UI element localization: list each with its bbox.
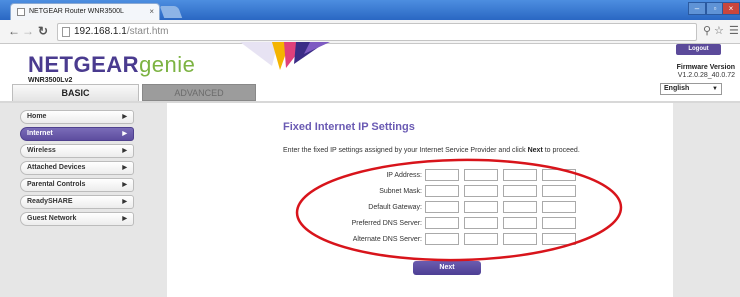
subnet-mask-label: Subnet Mask: (379, 188, 422, 195)
new-tab-button[interactable] (159, 6, 183, 18)
sidebar-item-label: Attached Devices (27, 164, 86, 171)
next-button[interactable]: Next (413, 261, 481, 275)
right-gutter (673, 103, 740, 297)
alternate-dns-octet-1[interactable] (425, 233, 459, 245)
language-select[interactable]: English ▼ (660, 83, 722, 95)
sidebar-item-label: Internet (27, 130, 53, 137)
chevron-right-icon: ▶ (122, 165, 127, 171)
sidebar-item-label: Home (27, 113, 47, 120)
dropdown-arrow-icon: ▼ (712, 86, 718, 92)
url-path: /start.htm (126, 26, 169, 37)
router-model: WNR3500Lv2 (28, 77, 73, 84)
browser-window: NETGEAR Router WNR3500L × – ▫ × ← → ↻ 19… (0, 0, 740, 297)
default-gateway-label: Default Gateway: (368, 204, 422, 211)
sidebar-item-internet[interactable]: Internet ▶ (20, 127, 134, 141)
subnet-mask-row: Subnet Mask: (277, 185, 577, 199)
sidebar-item-parental-controls[interactable]: Parental Controls ▶ (20, 178, 134, 192)
sidebar-item-label: Wireless (27, 147, 56, 154)
tab-close-icon[interactable]: × (149, 4, 154, 20)
url-host: 192.168.1.1 (74, 26, 127, 37)
ip-address-row: IP Address: (277, 169, 577, 183)
tab-strip: NETGEAR Router WNR3500L × – ▫ × (0, 0, 740, 20)
page-title: Fixed Internet IP Settings (283, 121, 415, 133)
netgear-genie-logo: NETGEARgenie (28, 52, 195, 78)
forward-arrow-icon[interactable]: → (22, 24, 34, 38)
chevron-right-icon: ▶ (122, 148, 127, 154)
browser-toolbar: ← → ↻ 192.168.1.1/start.htm ⚲ ☆ ☰ (0, 20, 740, 44)
subnet-mask-octet-4[interactable] (542, 185, 576, 197)
subnet-mask-octet-1[interactable] (425, 185, 459, 197)
sidebar: Home ▶ Internet ▶ Wireless ▶ Attached Devic… (0, 103, 167, 297)
instructions-text: Enter the fixed IP settings assigned by … (283, 147, 580, 154)
alternate-dns-row: Alternate DNS Server: (277, 233, 577, 247)
logout-button[interactable]: Logout (676, 44, 721, 55)
subnet-mask-octet-3[interactable] (503, 185, 537, 197)
browser-tab-title: NETGEAR Router WNR3500L (29, 8, 124, 15)
language-value: English (664, 85, 690, 92)
browser-tab[interactable]: NETGEAR Router WNR3500L × (10, 3, 160, 20)
sidebar-item-readyshare[interactable]: ReadySHARE ▶ (20, 195, 134, 209)
instructions-next: Next (527, 147, 543, 154)
ip-address-octet-4[interactable] (542, 169, 576, 181)
chevron-right-icon: ▶ (122, 199, 127, 205)
alternate-dns-octet-3[interactable] (503, 233, 537, 245)
default-gateway-row: Default Gateway: (277, 201, 577, 215)
instructions-before: Enter the fixed IP settings assigned by … (283, 147, 528, 154)
page-icon (62, 27, 70, 37)
ip-address-label: IP Address: (386, 172, 422, 179)
chevron-right-icon: ▶ (122, 114, 127, 120)
sidebar-item-home[interactable]: Home ▶ (20, 110, 134, 124)
sidebar-item-guest-network[interactable]: Guest Network ▶ (20, 212, 134, 226)
instructions-after: to proceed. (542, 147, 580, 154)
bookmark-star-icon[interactable]: ☆ (714, 24, 724, 37)
sidebar-item-wireless[interactable]: Wireless ▶ (20, 144, 134, 158)
page-favicon-icon (17, 8, 25, 16)
main-content: Fixed Internet IP Settings Enter the fix… (167, 103, 673, 297)
firmware-version: V1.2.0.28_40.0.72 (677, 72, 735, 79)
default-gateway-octet-4[interactable] (542, 201, 576, 213)
chevron-right-icon: ▶ (122, 131, 127, 137)
chevron-right-icon: ▶ (122, 216, 127, 222)
brand-name: NETGEAR (28, 52, 140, 77)
close-window-button[interactable]: × (722, 2, 740, 15)
brand-suffix: genie (139, 52, 196, 77)
alternate-dns-octet-2[interactable] (464, 233, 498, 245)
default-gateway-octet-2[interactable] (464, 201, 498, 213)
default-gateway-octet-1[interactable] (425, 201, 459, 213)
ip-address-octet-1[interactable] (425, 169, 459, 181)
default-gateway-octet-3[interactable] (503, 201, 537, 213)
sidebar-item-attached-devices[interactable]: Attached Devices ▶ (20, 161, 134, 175)
minimize-button[interactable]: – (688, 2, 706, 15)
back-arrow-icon[interactable]: ← (8, 24, 20, 38)
reload-icon[interactable]: ↻ (38, 24, 48, 38)
firmware-label: Firmware Version (676, 64, 735, 71)
header-banner-graphic (240, 42, 330, 70)
sidebar-item-label: Parental Controls (27, 181, 86, 188)
ip-address-octet-2[interactable] (464, 169, 498, 181)
sidebar-item-label: Guest Network (27, 215, 77, 222)
preferred-dns-octet-1[interactable] (425, 217, 459, 229)
tab-basic[interactable]: BASIC (12, 84, 139, 101)
preferred-dns-octet-4[interactable] (542, 217, 576, 229)
ip-address-octet-3[interactable] (503, 169, 537, 181)
alternate-dns-octet-4[interactable] (542, 233, 576, 245)
chevron-right-icon: ▶ (122, 182, 127, 188)
browser-menu-icon[interactable]: ☰ (729, 24, 739, 37)
key-icon[interactable]: ⚲ (703, 24, 711, 37)
tab-advanced[interactable]: ADVANCED (142, 84, 256, 101)
preferred-dns-label: Preferred DNS Server: (351, 220, 422, 227)
preferred-dns-octet-2[interactable] (464, 217, 498, 229)
subnet-mask-octet-2[interactable] (464, 185, 498, 197)
sidebar-item-label: ReadySHARE (27, 198, 73, 205)
address-bar[interactable]: 192.168.1.1/start.htm (57, 23, 697, 41)
preferred-dns-octet-3[interactable] (503, 217, 537, 229)
alternate-dns-label: Alternate DNS Server: (352, 236, 422, 243)
preferred-dns-row: Preferred DNS Server: (277, 217, 577, 231)
